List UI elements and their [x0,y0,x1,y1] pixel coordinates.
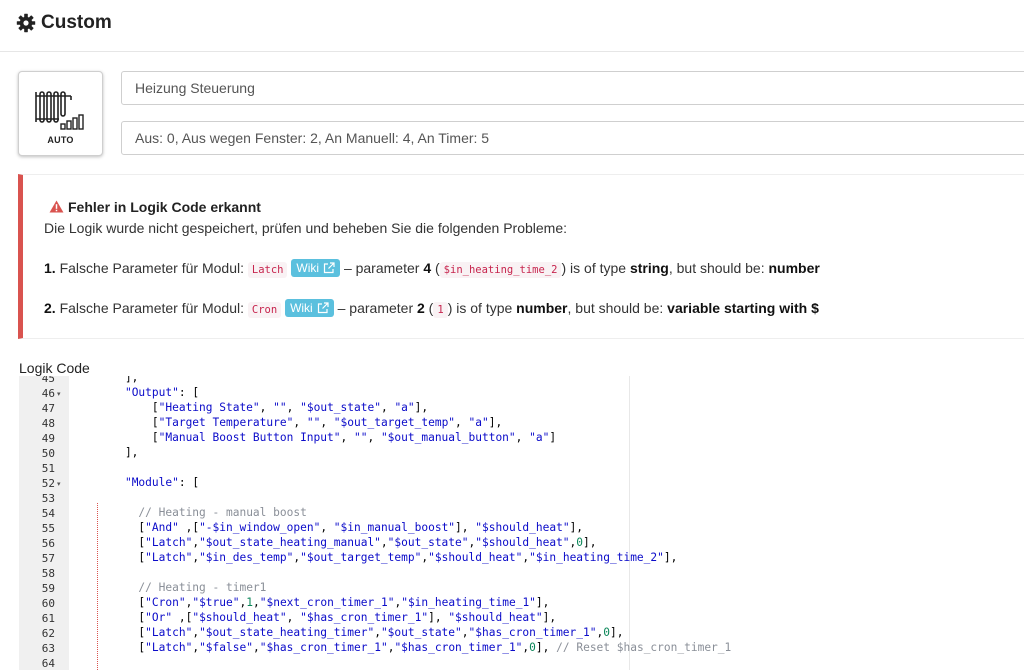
code-line: // Heating - timer1 [138,581,267,594]
actual-type: number [516,300,568,316]
expected-type: number [768,260,820,276]
code-line: ["Latch","$in_des_temp","$out_target_tem… [98,551,678,564]
line-number: 52 [41,477,55,490]
alert-subtitle: Die Logik wurde nicht gespeichert, prüfe… [44,220,568,236]
wiki-label: Wiki [290,301,313,315]
external-link-icon [323,262,335,274]
line-number: 56 [41,537,55,550]
code-line: ["Heating State", "", "$out_state", "a"]… [98,401,429,414]
code-line: ["Cron","$true",1,"$next_cron_timer_1","… [98,596,550,609]
auto-label: AUTO [47,135,74,145]
module-name: Latch [247,262,288,278]
param-number: 4 [423,260,432,276]
line-number-gutter: 45 46 ▾ 47 48 49 50 51 52 ▾ 53 54 55 56 57 58 59 60 61 62 63… [19,376,69,670]
error-prefix: Falsche Parameter für Modul: [59,300,244,316]
code-editor[interactable]: 45 46 ▾ 47 48 49 50 51 52 ▾ 53 54 55 56 57 58 59 60 61 62 63… [19,376,1024,670]
error-alert: Fehler in Logik Code erkannt Die Logik w… [18,174,1024,339]
line-number: 50 [41,447,55,460]
line-number: 63 [41,642,55,655]
line-number: 48 [41,417,55,430]
error-item: 2. Falsche Parameter für Modul: Cron Wik… [44,299,819,318]
code-line: ["Latch","$out_state_heating_manual","$o… [98,536,597,549]
code-line: ], [98,446,139,459]
alert-title: Fehler in Logik Code erkannt [68,199,261,215]
line-number: 55 [41,522,55,535]
line-number: 59 [41,582,55,595]
should-text: , but should be: [567,300,664,316]
wiki-link[interactable]: Wiki [291,259,341,277]
type-text: is of type [570,260,627,276]
code-label: Logik Code [19,360,90,376]
error-item: 1. Falsche Parameter für Modul: Latch Wi… [44,259,820,278]
code-line: "Module": [ [124,476,200,489]
code-line: ["Latch","$out_state_heating_timer","$ou… [98,626,624,639]
fold-toggle-icon[interactable]: ▾ [57,480,61,488]
code-line: "Output": [ [124,386,200,399]
logic-icon-button[interactable]: AUTO [18,71,103,156]
logic-description-input[interactable]: Aus: 0, Aus wegen Fenster: 2, An Manuell… [121,121,1024,155]
code-line: ["Manual Boost Button Input", "", "$out_… [98,431,557,444]
warning-icon [49,200,64,213]
error-number: 1. [44,260,56,276]
param-text: – parameter [337,300,414,316]
wiki-label: Wiki [296,261,320,275]
line-number: 47 [41,402,55,415]
line-number: 60 [41,597,55,610]
line-number: 45 [41,376,55,385]
line-number: 57 [41,552,55,565]
external-link-icon [317,302,329,314]
type-text: is of type [456,300,513,316]
line-number: 46 [41,387,55,400]
line-number: 53 [41,492,55,505]
code-line: // Heating - manual boost [138,506,307,519]
logic-name-input[interactable]: Heizung Steuerung [121,71,1024,105]
alert-heading: Fehler in Logik Code erkannt [49,199,261,215]
should-text: , but should be: [668,260,765,276]
code-line: ], [98,376,139,384]
line-number: 64 [41,657,55,670]
line-number: 49 [41,432,55,445]
line-number: 51 [41,462,55,475]
fold-toggle-icon[interactable]: ▾ [57,390,61,398]
code-line: ["Or" ,["$should_heat", "$has_cron_timer… [98,611,557,624]
param-text: – parameter [343,260,420,276]
wiki-link[interactable]: Wiki [285,299,334,317]
line-number: 58 [41,567,55,580]
line-number: 62 [41,627,55,640]
line-number: 61 [41,612,55,625]
gear-icon [16,13,36,33]
radiator-auto-icon [35,91,84,130]
code-line: ["Target Temperature", "", "$out_target_… [98,416,503,429]
expected-type: variable starting with $ [667,300,819,316]
page-header: Custom [0,0,1024,52]
error-prefix: Falsche Parameter für Modul: [59,260,244,276]
module-name: Cron [247,302,282,318]
param-value: $in_heating_time_2 [439,262,562,278]
code-line: ["Latch","$false","$has_cron_timer_1","$… [98,641,732,654]
line-number: 54 [41,507,55,520]
print-margin [629,376,630,670]
actual-type: string [629,260,669,276]
param-value: 1 [433,302,448,318]
page-title: Custom [41,12,112,33]
param-number: 2 [417,300,425,316]
code-line: ["And" ,["-$in_window_open", "$in_manual… [98,521,584,534]
error-number: 2. [44,300,56,316]
